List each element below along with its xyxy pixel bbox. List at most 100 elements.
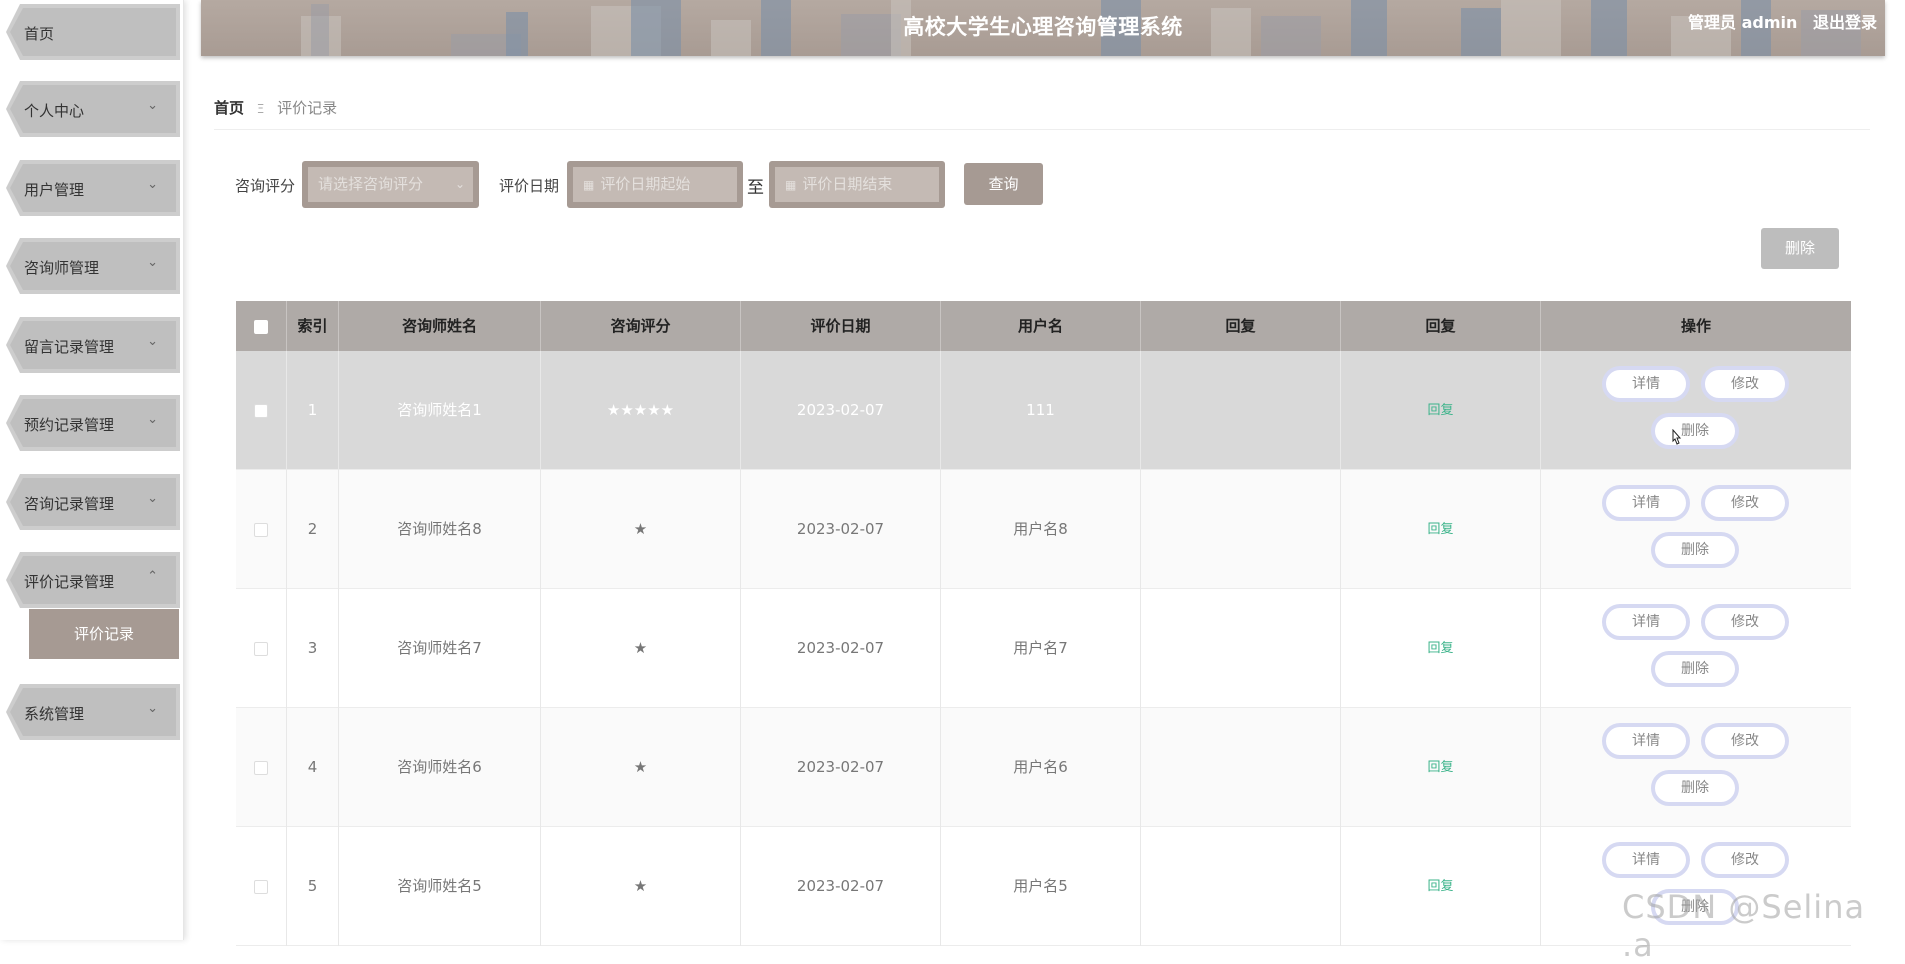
chevron-down-icon: ⌄ (147, 412, 158, 427)
select-all-cell (236, 301, 287, 351)
delete-button[interactable]: 删除 (1651, 413, 1739, 449)
nav-message-management[interactable]: 留言记录管理 ⌄ (6, 317, 180, 373)
edit-button[interactable]: 修改 (1701, 366, 1789, 402)
rating-select[interactable]: 请选择咨询评分 ⌄ (302, 161, 479, 208)
cell-index: 4 (287, 708, 339, 827)
row-checkbox[interactable] (254, 760, 268, 775)
breadcrumb-current: 评价记录 (277, 99, 338, 117)
cell-counselor-name: 咨询师姓名7 (339, 589, 541, 708)
nav-counselor-management[interactable]: 咨询师管理 ⌄ (6, 238, 180, 294)
chevron-down-icon: ⌄ (147, 98, 158, 113)
chevron-down-icon: ⌄ (454, 177, 465, 191)
delete-button[interactable]: 删除 (1651, 651, 1739, 687)
row-checkbox[interactable] (254, 879, 268, 894)
cell-index: 1 (287, 351, 339, 470)
nav-evaluation-management[interactable]: 评价记录管理 ⌃ (6, 552, 180, 608)
cell-username: 用户名5 (941, 827, 1141, 946)
divider (214, 129, 1870, 130)
col-date: 评价日期 (741, 301, 941, 351)
col-rating: 咨询评分 (541, 301, 741, 351)
cell-username: 用户名7 (941, 589, 1141, 708)
col-reply: 回复 (1341, 301, 1541, 351)
row-actions: 详情 修改 删除 (1541, 589, 1851, 708)
calendar-icon: ▦ (785, 178, 797, 192)
nav-label: 咨询师管理 (24, 259, 100, 277)
nav-user-management[interactable]: 用户管理 ⌄ (6, 160, 180, 216)
row-checkbox[interactable] (254, 403, 268, 418)
edit-button[interactable]: 修改 (1701, 723, 1789, 759)
table-row: 5 咨询师姓名5 ★ 2023-02-07 用户名5 回复 详情 修改 删除 (236, 827, 1851, 946)
nav-home[interactable]: 首页 (6, 4, 180, 60)
nav-label: 首页 (24, 25, 55, 43)
nav-appointment-management[interactable]: 预约记录管理 ⌄ (6, 395, 180, 451)
edit-button[interactable]: 修改 (1701, 842, 1789, 878)
cell-date: 2023-02-07 (741, 470, 941, 589)
nav-label: 咨询记录管理 (24, 495, 115, 513)
mouse-cursor-icon (1672, 429, 1682, 445)
row-checkbox[interactable] (254, 522, 268, 537)
nav-system-management[interactable]: 系统管理 ⌄ (6, 684, 180, 740)
batch-delete-button[interactable]: 删除 (1761, 228, 1839, 269)
row-actions: 详情 修改 删除 (1541, 470, 1851, 589)
select-all-checkbox[interactable] (254, 319, 268, 334)
col-reply-text: 回复 (1141, 301, 1341, 351)
chevron-down-icon: ⌄ (147, 255, 158, 270)
cell-index: 5 (287, 827, 339, 946)
nav-label: 用户管理 (24, 181, 85, 199)
row-actions: 详情 修改 删除 (1541, 708, 1851, 827)
reply-link[interactable]: 回复 (1341, 351, 1541, 470)
detail-button[interactable]: 详情 (1602, 842, 1690, 878)
delete-button[interactable]: 删除 (1651, 532, 1739, 568)
row-select-cell (236, 470, 287, 589)
app-title: 高校大学生心理咨询管理系统 (903, 15, 1183, 39)
detail-button[interactable]: 详情 (1602, 485, 1690, 521)
cell-rating: ★ (541, 470, 741, 589)
row-checkbox[interactable] (254, 641, 268, 656)
nav-label: 系统管理 (24, 705, 85, 723)
table-row: 3 咨询师姓名7 ★ 2023-02-07 用户名7 回复 详情 修改 删除 (236, 589, 1851, 708)
nav-label: 评价记录管理 (24, 573, 115, 591)
delete-button[interactable]: 删除 (1651, 770, 1739, 806)
date-end-input[interactable]: ▦ 评价日期结束 (769, 161, 945, 208)
nav-personal-center[interactable]: 个人中心 ⌄ (6, 81, 180, 137)
nav-label: 预约记录管理 (24, 416, 115, 434)
cell-rating: ★ (541, 708, 741, 827)
date-end-placeholder: 评价日期结束 (802, 175, 893, 193)
detail-button[interactable]: 详情 (1602, 723, 1690, 759)
cell-reply-text (1141, 470, 1341, 589)
detail-button[interactable]: 详情 (1602, 366, 1690, 402)
cell-date: 2023-02-07 (741, 708, 941, 827)
col-actions: 操作 (1680, 317, 1711, 335)
col-username: 用户名 (941, 301, 1141, 351)
reply-link[interactable]: 回复 (1341, 827, 1541, 946)
breadcrumb-separator-icon: Ξ (256, 102, 265, 116)
query-button[interactable]: 查询 (964, 163, 1043, 205)
col-index: 索引 (287, 301, 339, 351)
row-select-cell (236, 827, 287, 946)
chevron-down-icon: ⌄ (147, 334, 158, 349)
cell-date: 2023-02-07 (741, 827, 941, 946)
table-header: 索引 咨询师姓名 咨询评分 评价日期 用户名 回复 回复 操作 (236, 301, 1851, 351)
reply-link[interactable]: 回复 (1341, 708, 1541, 827)
reply-link[interactable]: 回复 (1341, 470, 1541, 589)
logout-link[interactable]: 退出登录 (1813, 13, 1877, 32)
nav-consultation-management[interactable]: 咨询记录管理 ⌄ (6, 474, 180, 530)
rating-filter-label: 咨询评分 (235, 177, 296, 195)
edit-button[interactable]: 修改 (1701, 604, 1789, 640)
rating-select-placeholder: 请选择咨询评分 (318, 175, 424, 193)
detail-button[interactable]: 详情 (1602, 604, 1690, 640)
breadcrumb-home[interactable]: 首页 (214, 99, 244, 117)
user-area: 管理员 admin 退出登录 (1678, 9, 1877, 33)
date-filter-label: 评价日期 (499, 177, 560, 195)
top-header: 高校大学生心理咨询管理系统 管理员 admin 退出登录 (201, 0, 1885, 56)
nav-sub-evaluation-records[interactable]: 评价记录 (29, 609, 179, 659)
date-start-placeholder: 评价日期起始 (600, 175, 691, 193)
table-row: 1 咨询师姓名1 ★★★★★ 2023-02-07 111 回复 详情 修改 删… (236, 351, 1851, 470)
cell-rating: ★ (541, 827, 741, 946)
reply-link[interactable]: 回复 (1341, 589, 1541, 708)
edit-button[interactable]: 修改 (1701, 485, 1789, 521)
table-row: 2 咨询师姓名8 ★ 2023-02-07 用户名8 回复 详情 修改 删除 (236, 470, 1851, 589)
cell-counselor-name: 咨询师姓名8 (339, 470, 541, 589)
row-actions: 详情 修改 删除 (1541, 351, 1851, 470)
date-start-input[interactable]: ▦ 评价日期起始 (567, 161, 743, 208)
